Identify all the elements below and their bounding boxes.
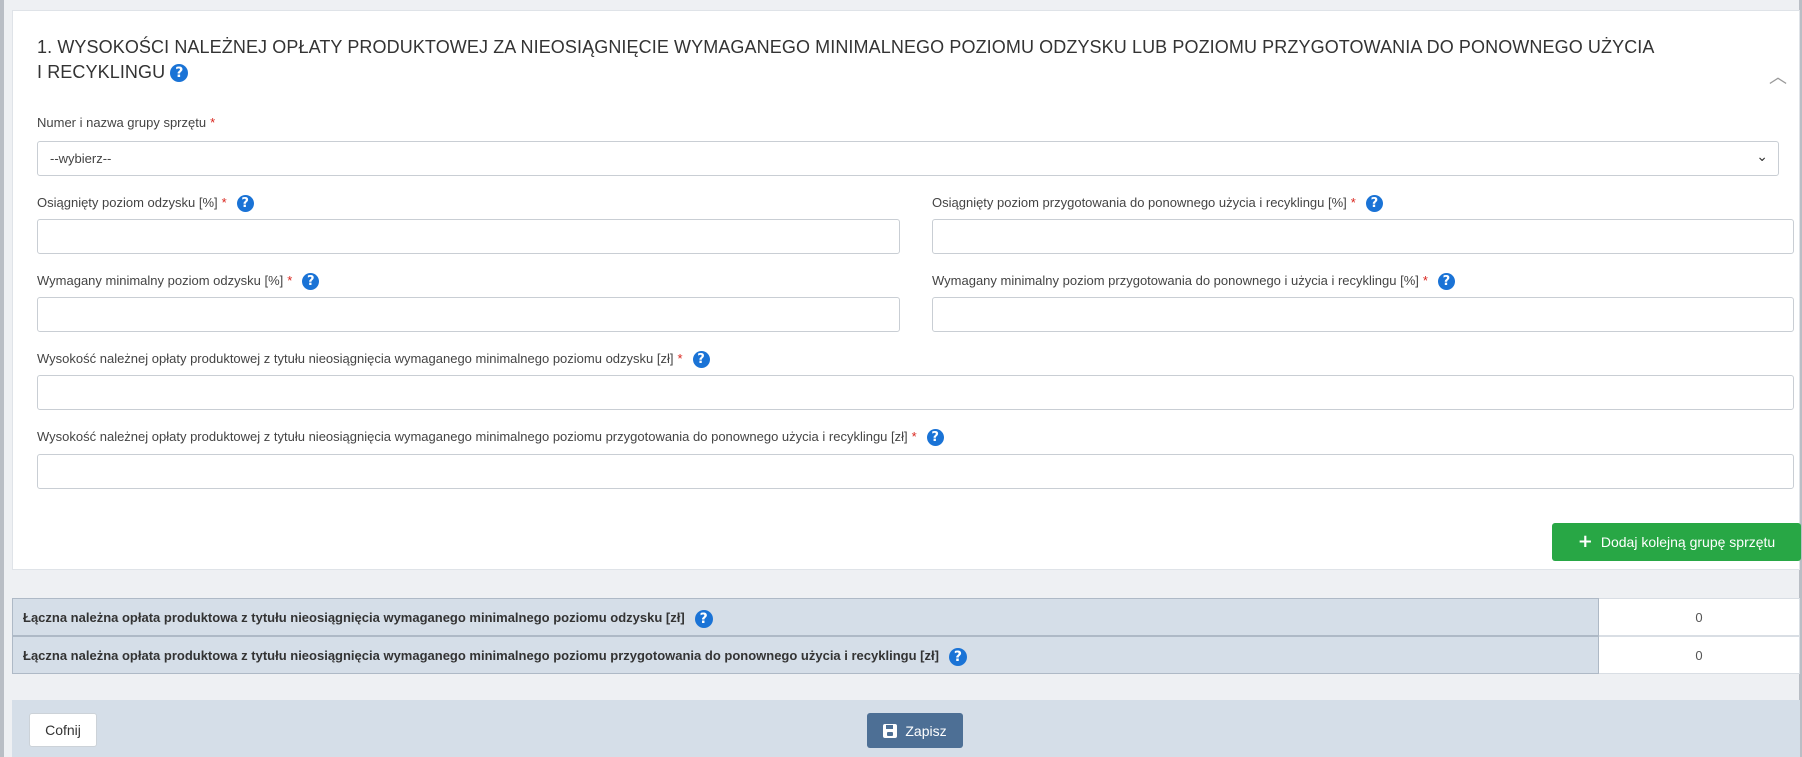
- help-icon[interactable]: ?: [694, 609, 713, 628]
- help-icon[interactable]: ?: [1437, 273, 1455, 291]
- help-icon[interactable]: ?: [948, 647, 967, 666]
- chevron-down-icon: ⌄: [1756, 149, 1768, 165]
- label-text: Wymagany minimalny poziom przygotowania …: [932, 273, 1419, 288]
- back-button[interactable]: Cofnij: [29, 713, 97, 747]
- table-row: Łączna należna opłata produktowa z tytuł…: [12, 598, 1800, 636]
- group-select-label: Numer i nazwa grupy sprzętu *: [37, 115, 215, 130]
- chevron-up-icon[interactable]: ︿: [1769, 63, 1787, 89]
- group-select-value: --wybierz--: [50, 151, 112, 166]
- add-group-button-label: Dodaj kolejną grupę sprzętu: [1600, 534, 1776, 550]
- section-title: 1. WYSOKOŚCI NALEŻNEJ OPŁATY PRODUKTOWEJ…: [37, 35, 1657, 85]
- label-text: Wysokość należnej opłaty produktowej z t…: [37, 351, 674, 366]
- summary-value: 0: [1599, 598, 1800, 636]
- recycling-required-input[interactable]: [932, 297, 1794, 332]
- recycling-achieved-label: Osiągnięty poziom przygotowania do ponow…: [932, 195, 1383, 213]
- fee-section-panel: 1. WYSOKOŚCI NALEŻNEJ OPŁATY PRODUKTOWEJ…: [12, 10, 1801, 570]
- help-icon[interactable]: ?: [692, 351, 710, 369]
- recovery-required-input[interactable]: [37, 297, 900, 332]
- label-text: Wysokość należnej opłaty produktowej z t…: [37, 429, 908, 444]
- required-mark: *: [221, 195, 227, 210]
- add-group-button[interactable]: + Dodaj kolejną grupę sprzętu: [1552, 523, 1801, 561]
- required-mark: *: [677, 351, 683, 366]
- fee-recycling-input[interactable]: [37, 454, 1794, 489]
- section-title-text: 1. WYSOKOŚCI NALEŻNEJ OPŁATY PRODUKTOWEJ…: [37, 37, 1654, 82]
- group-select[interactable]: --wybierz-- ⌄: [37, 141, 1779, 176]
- save-button-label: Zapisz: [905, 722, 947, 739]
- fee-recycling-label: Wysokość należnej opłaty produktowej z t…: [37, 429, 944, 447]
- save-button[interactable]: Zapisz: [867, 713, 963, 748]
- summary-label-text: Łączna należna opłata produktowa z tytuł…: [23, 648, 939, 663]
- summary-label-text: Łączna należna opłata produktowa z tytuł…: [23, 610, 685, 625]
- help-icon[interactable]: ?: [1365, 195, 1383, 213]
- recycling-required-label: Wymagany minimalny poziom przygotowania …: [932, 273, 1455, 291]
- recovery-achieved-input[interactable]: [37, 219, 900, 254]
- help-icon[interactable]: ?: [236, 195, 254, 213]
- summary-value: 0: [1599, 636, 1800, 674]
- recovery-achieved-label: Osiągnięty poziom odzysku [%] *?: [37, 195, 254, 213]
- required-mark: *: [1350, 195, 1356, 210]
- label-text: Osiągnięty poziom odzysku [%]: [37, 195, 218, 210]
- recovery-required-label: Wymagany minimalny poziom odzysku [%] *?: [37, 273, 320, 291]
- fee-recovery-input[interactable]: [37, 375, 1794, 410]
- window-frame-left: [0, 0, 4, 757]
- label-text: Wymagany minimalny poziom odzysku [%]: [37, 273, 284, 288]
- required-mark: *: [1422, 273, 1428, 288]
- help-icon[interactable]: ?: [926, 429, 944, 447]
- required-mark: *: [287, 273, 293, 288]
- plus-icon: +: [1577, 531, 1593, 552]
- label-text: Osiągnięty poziom przygotowania do ponow…: [932, 195, 1347, 210]
- floppy-icon: [883, 723, 898, 738]
- recycling-achieved-input[interactable]: [932, 219, 1794, 254]
- table-row: Łączna należna opłata produktowa z tytuł…: [12, 636, 1800, 674]
- form-footer: Cofnij Zapisz: [12, 700, 1800, 757]
- summary-label: Łączna należna opłata produktowa z tytuł…: [12, 636, 1599, 674]
- help-icon[interactable]: ?: [302, 273, 320, 291]
- fee-recovery-label: Wysokość należnej opłaty produktowej z t…: [37, 351, 710, 369]
- required-mark: *: [210, 115, 216, 130]
- required-mark: *: [911, 429, 917, 444]
- summary-label: Łączna należna opłata produktowa z tytuł…: [12, 598, 1599, 636]
- help-icon[interactable]: ?: [170, 64, 189, 83]
- label-text: Numer i nazwa grupy sprzętu: [37, 115, 207, 130]
